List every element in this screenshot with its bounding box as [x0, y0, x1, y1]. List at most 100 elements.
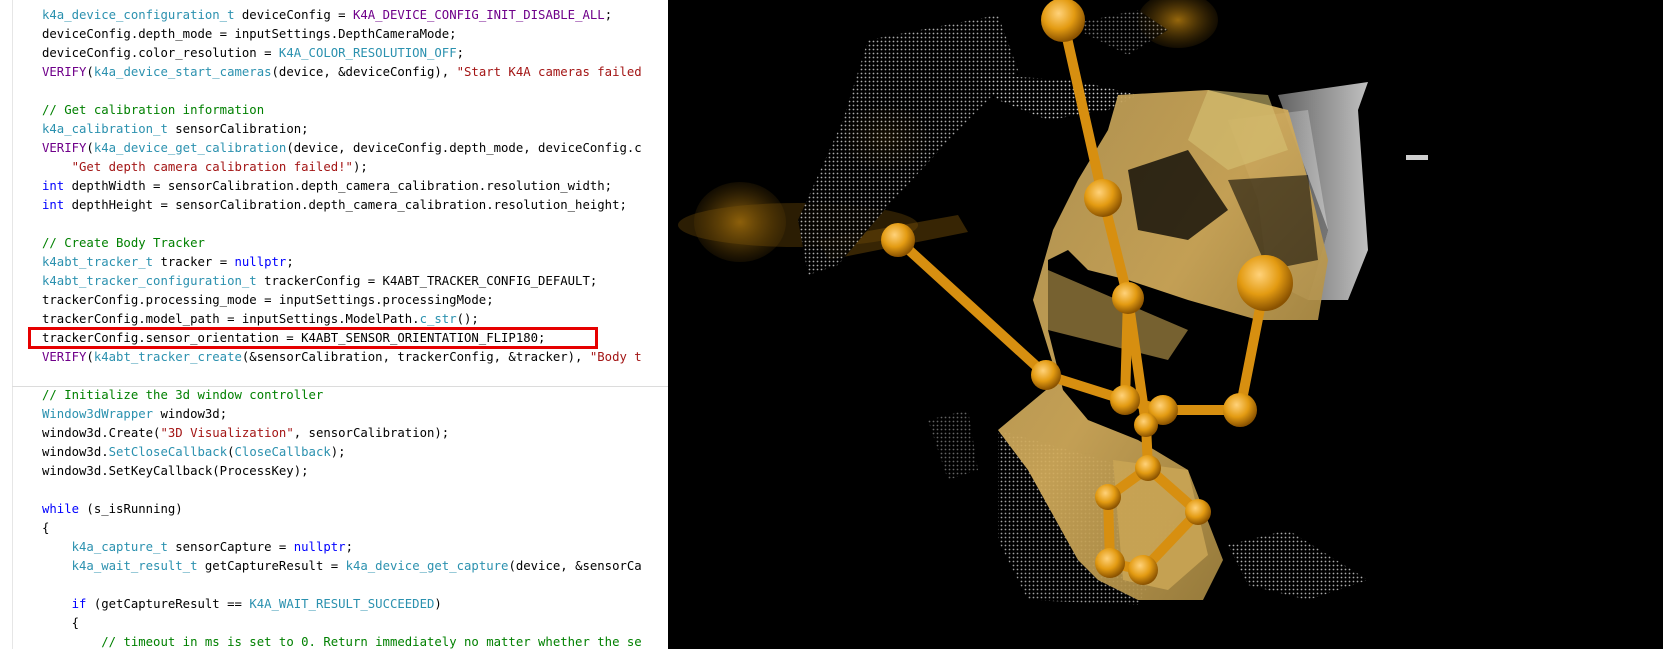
code-line[interactable]: deviceConfig.color_resolution = K4A_COLO… [42, 44, 464, 63]
code-token: ); [330, 445, 346, 459]
code-line[interactable]: // Create Body Tracker [42, 234, 205, 253]
code-token: (&sensorCalibration, trackerConfig, &tra… [241, 350, 590, 364]
code-token: sensorCalibration; [167, 122, 309, 136]
code-token: "Get depth camera calibration failed!" [71, 160, 353, 174]
code-line[interactable]: window3d.Create("3D Visualization", sens… [42, 424, 449, 443]
code-token: if [71, 597, 87, 611]
code-line[interactable]: if (getCaptureResult == K4A_WAIT_RESULT_… [42, 595, 442, 614]
code-token: window3d.Create( [42, 426, 161, 440]
code-line[interactable]: // Get calibration information [42, 101, 264, 120]
code-token: trackerConfig.model_path = inputSettings… [42, 312, 420, 326]
code-token: k4a_device_start_cameras [93, 65, 272, 79]
code-token: deviceConfig.depth_mode = inputSettings.… [42, 27, 457, 41]
code-token: k4a_device_configuration_t [42, 8, 235, 22]
code-token: VERIFY [42, 65, 87, 79]
code-line[interactable]: k4a_calibration_t sensorCalibration; [42, 120, 309, 139]
code-token: // Initialize the 3d window controller [42, 388, 324, 402]
code-token: { [42, 521, 50, 535]
code-token: k4abt_tracker_create [93, 350, 242, 364]
code-token: depthHeight = sensorCalibration.depth_ca… [64, 198, 627, 212]
code-token: k4a_wait_result_t [71, 559, 198, 573]
code-token: K4A_DEVICE_CONFIG_INIT_DISABLE_ALL [352, 8, 605, 22]
code-token: "Body t [589, 350, 642, 364]
3d-scene[interactable] [668, 0, 1663, 649]
screenshot-root: k4a_device_configuration_t deviceConfig … [0, 0, 1663, 649]
code-token: VERIFY [42, 141, 87, 155]
code-token: nullptr [293, 540, 346, 554]
code-line[interactable]: VERIFY(k4a_device_get_calibration(device… [42, 139, 642, 158]
code-token: window3d; [153, 407, 228, 421]
code-token: nullptr [234, 255, 287, 269]
code-token: deviceConfig.color_resolution = [42, 46, 279, 60]
code-token: k4a_device_get_capture [345, 559, 509, 573]
code-token: // Get calibration information [42, 103, 265, 117]
code-token: k4abt_tracker_configuration_t [42, 274, 257, 288]
code-token: getCaptureResult = [197, 559, 346, 573]
code-token: trackerConfig.processing_mode = inputSet… [42, 293, 494, 307]
code-token: ; [456, 46, 465, 60]
code-token: k4a_calibration_t [42, 122, 168, 136]
3d-viewer[interactable] [668, 0, 1663, 649]
code-line[interactable]: window3d.SetCloseCallback(CloseCallback)… [42, 443, 346, 462]
code-token: depthWidth = sensorCalibration.depth_cam… [64, 179, 613, 193]
code-token: K4A_COLOR_RESOLUTION_OFF [278, 46, 457, 60]
code-token: ( [86, 350, 94, 364]
code-token: ; [286, 255, 294, 269]
code-token: int [42, 179, 65, 193]
code-token: (device, &sensorCa [508, 559, 642, 573]
code-token: ); [352, 160, 368, 174]
code-token: trackerConfig = K4ABT_TRACKER_CONFIG_DEF… [256, 274, 598, 288]
code-token: ; [345, 540, 353, 554]
code-token: deviceConfig = [234, 8, 353, 22]
code-token: c_str [419, 312, 457, 326]
code-token: (device, &deviceConfig), [271, 65, 457, 79]
code-line[interactable]: { [42, 614, 79, 633]
code-line[interactable]: k4a_wait_result_t getCaptureResult = k4a… [42, 557, 642, 576]
code-token: VERIFY [42, 350, 87, 364]
code-line[interactable]: trackerConfig.processing_mode = inputSet… [42, 291, 494, 310]
code-token: while [42, 502, 80, 516]
code-token: (device, deviceConfig.depth_mode, device… [286, 141, 642, 155]
code-token: k4a_device_get_calibration [93, 141, 287, 155]
code-line[interactable]: // timeout in ms is set to 0. Return imm… [42, 633, 642, 649]
code-line[interactable]: k4abt_tracker_configuration_t trackerCon… [42, 272, 597, 291]
code-line[interactable]: int depthWidth = sensorCalibration.depth… [42, 177, 612, 196]
code-editor[interactable]: k4a_device_configuration_t deviceConfig … [0, 0, 668, 649]
editor-gutter [12, 0, 13, 649]
code-line[interactable]: { [42, 519, 49, 538]
code-token: CloseCallback [234, 445, 331, 459]
code-token: (); [456, 312, 479, 326]
code-line[interactable]: k4abt_tracker_t tracker = nullptr; [42, 253, 294, 272]
code-line[interactable]: window3d.SetKeyCallback(ProcessKey); [42, 462, 309, 481]
code-line[interactable]: VERIFY(k4abt_tracker_create(&sensorCalib… [42, 348, 642, 367]
code-line[interactable]: while (s_isRunning) [42, 500, 183, 519]
code-line[interactable]: deviceConfig.depth_mode = inputSettings.… [42, 25, 457, 44]
code-token: window3d. [42, 445, 109, 459]
editor-separator [12, 386, 668, 387]
code-line[interactable]: "Get depth camera calibration failed!"); [42, 158, 368, 177]
code-token: // timeout in ms is set to 0. Return imm… [101, 635, 642, 649]
code-token: tracker = [153, 255, 235, 269]
highlight-box [28, 327, 598, 349]
code-token: k4a_capture_t [71, 540, 168, 554]
code-token: int [42, 198, 65, 212]
code-line[interactable]: Window3dWrapper window3d; [42, 405, 227, 424]
code-token: window3d.SetKeyCallback(ProcessKey); [42, 464, 309, 478]
code-line[interactable]: k4a_capture_t sensorCapture = nullptr; [42, 538, 353, 557]
code-token: K4A_WAIT_RESULT_SUCCEEDED [249, 597, 435, 611]
code-line[interactable]: VERIFY(k4a_device_start_cameras(device, … [42, 63, 642, 82]
code-token: k4abt_tracker_t [42, 255, 154, 269]
code-token: "3D Visualization" [160, 426, 294, 440]
code-token: // Create Body Tracker [42, 236, 205, 250]
code-line[interactable]: // Initialize the 3d window controller [42, 386, 323, 405]
code-token: { [42, 616, 80, 630]
code-line[interactable]: k4a_device_configuration_t deviceConfig … [42, 6, 612, 25]
code-token: ( [227, 445, 235, 459]
code-line[interactable]: int depthHeight = sensorCalibration.dept… [42, 196, 627, 215]
code-token: ; [604, 8, 613, 22]
